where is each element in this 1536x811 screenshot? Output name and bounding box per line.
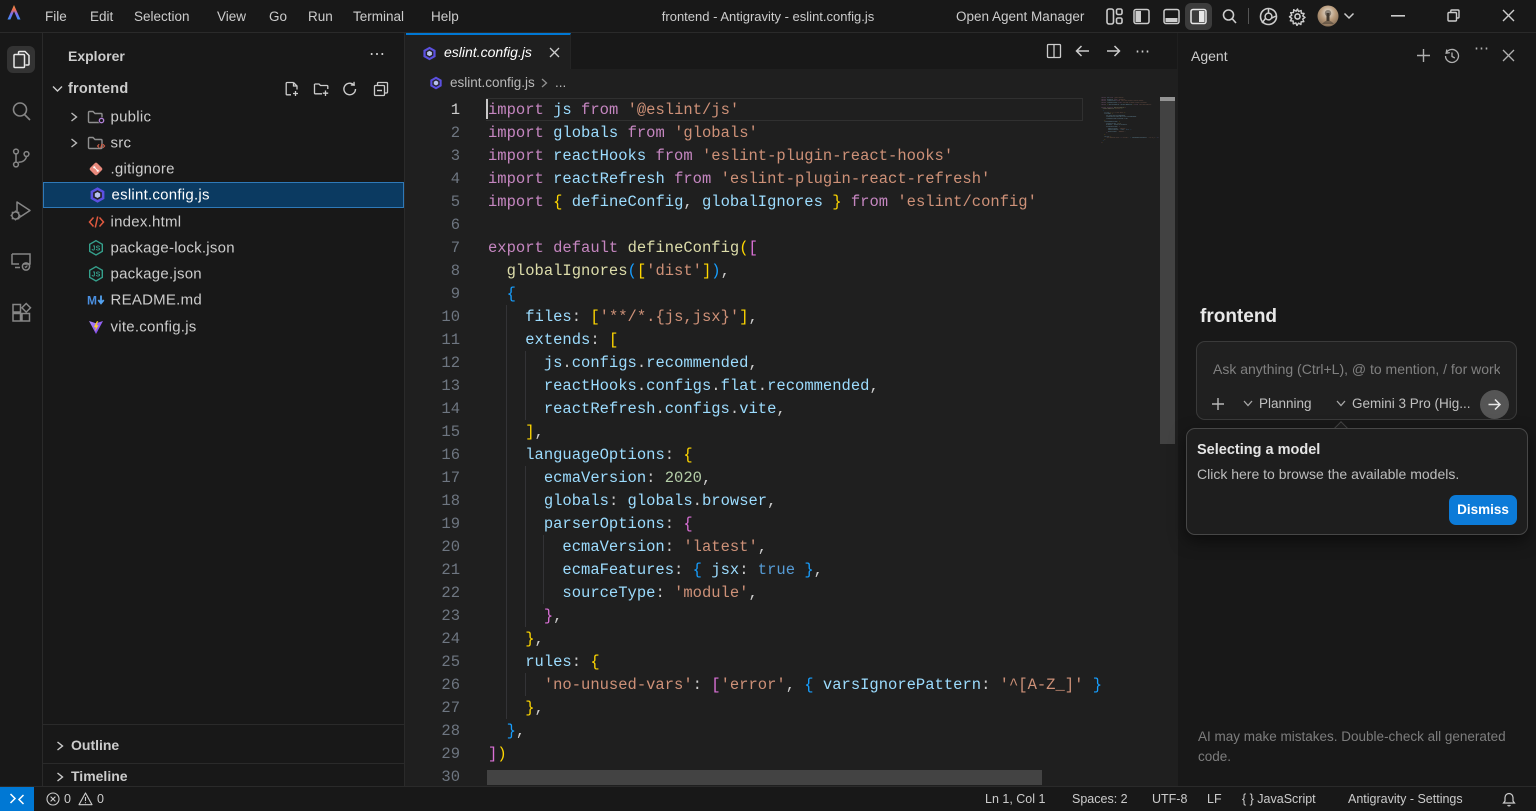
svg-text:JS: JS <box>91 245 100 252</box>
svg-text:JS: JS <box>91 272 100 279</box>
svg-text:M: M <box>87 294 97 307</box>
